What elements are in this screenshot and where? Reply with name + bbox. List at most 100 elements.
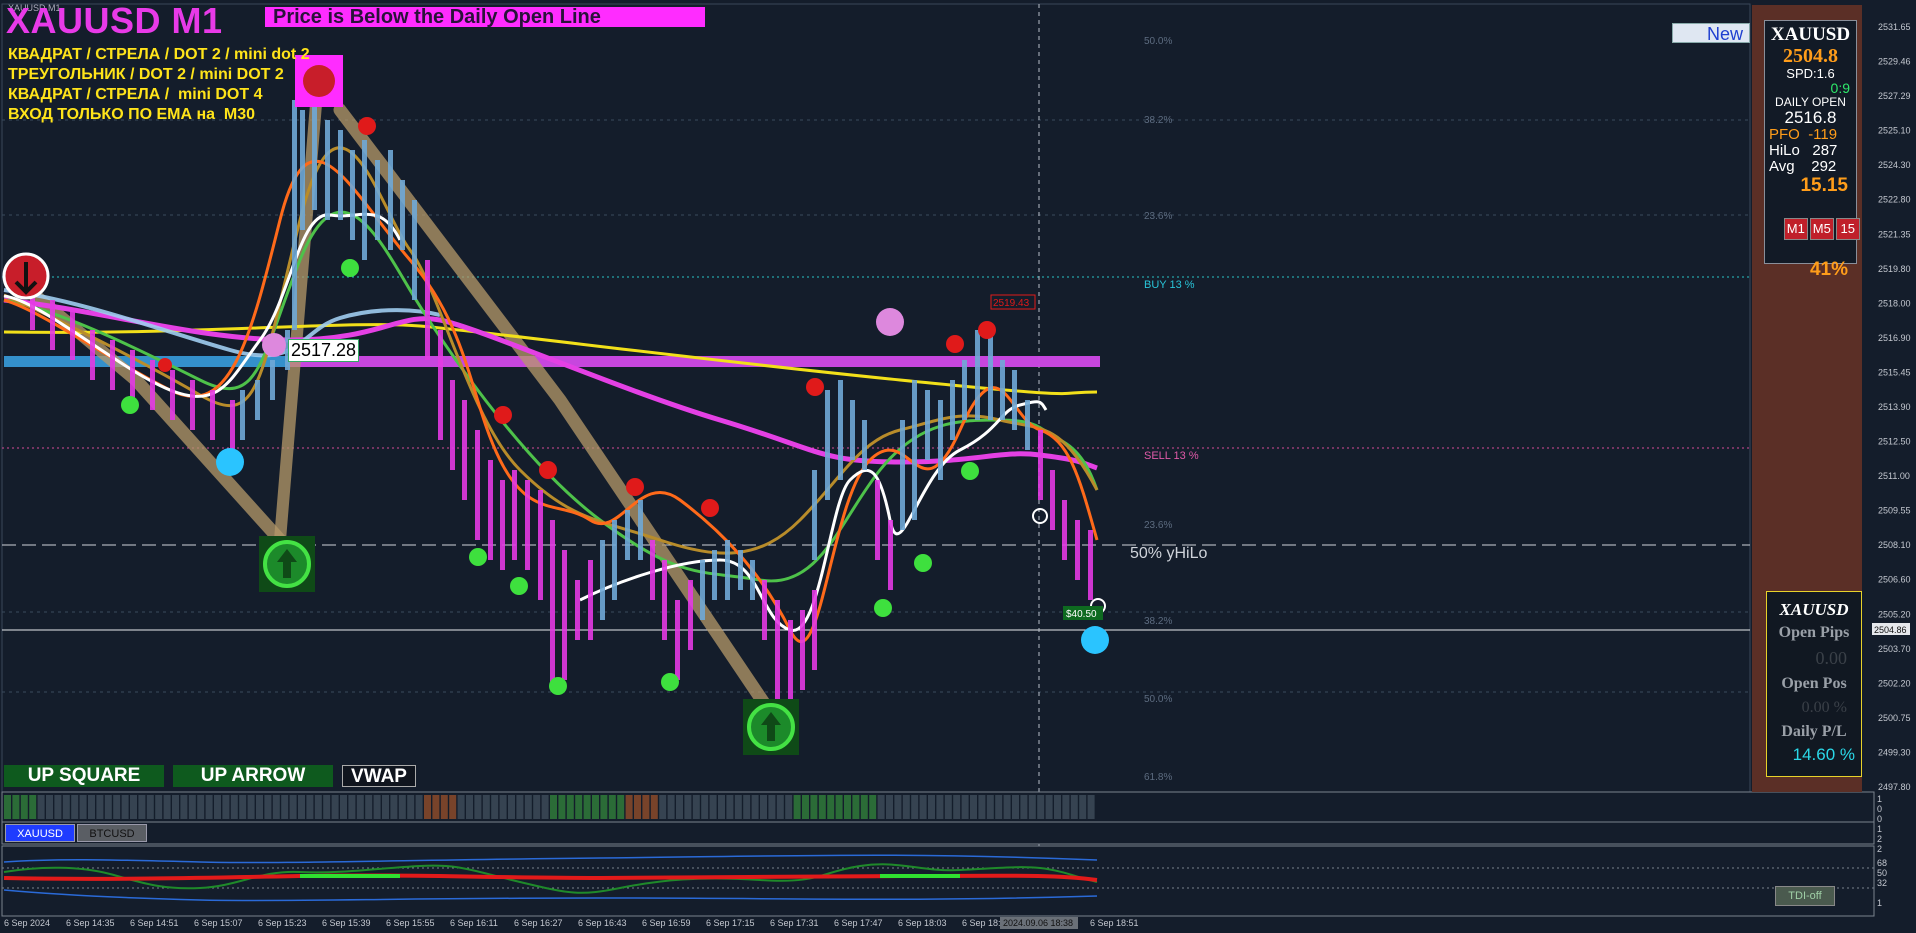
candle-76 — [1038, 430, 1043, 500]
candle-34 — [525, 480, 530, 570]
candle-80 — [1088, 530, 1093, 600]
up-arrow-marker-2 — [743, 699, 799, 755]
histogram-bar-129 — [1087, 795, 1095, 819]
candle-73 — [1000, 360, 1005, 420]
tab-xauusd[interactable]: XAUUSD — [5, 824, 75, 842]
histogram-bar-27 — [230, 795, 238, 819]
time-axis-label-4: 6 Sep 15:23 — [258, 918, 307, 928]
price-axis-label-12: 2512.50 — [1878, 437, 1911, 447]
signal-dot-1 — [121, 396, 139, 414]
time-axis-label-14: 6 Sep 18:03 — [898, 918, 947, 928]
sub1-axis-label-0: 1 — [1877, 794, 1882, 804]
time-axis-label-7: 6 Sep 16:11 — [450, 918, 498, 928]
candle-15 — [292, 100, 297, 330]
histogram-bar-55 — [466, 795, 473, 819]
candle-42 — [625, 510, 630, 560]
sell-level-label: SELL 13 % — [1144, 450, 1199, 462]
timeframe-m5-button[interactable]: M5 — [1809, 218, 1834, 240]
histogram-bar-17 — [146, 795, 154, 819]
new-button[interactable]: New — [1672, 23, 1750, 44]
vwap-button[interactable]: VWAP — [342, 765, 416, 787]
candle-49 — [712, 550, 717, 600]
histogram-bar-22 — [188, 795, 196, 819]
histogram-bar-5 — [46, 795, 53, 819]
histogram-bar-125 — [1054, 795, 1061, 819]
tdi-off-button[interactable]: TDI-off — [1775, 886, 1835, 906]
histogram-bar-26 — [222, 795, 230, 819]
histogram-bar-95 — [802, 795, 809, 819]
info-price: 2504.8 — [1783, 45, 1838, 67]
histogram-bar-70 — [592, 795, 599, 819]
candle-36 — [550, 520, 555, 690]
up-arrow-button[interactable]: UP ARROW — [173, 765, 333, 787]
tab-btcusd[interactable]: BTCUSD — [77, 824, 147, 842]
histogram-bar-45 — [382, 795, 389, 819]
price-axis-label-6: 2521.35 — [1878, 229, 1911, 239]
candle-37 — [562, 550, 567, 680]
signal-dot-11 — [661, 673, 679, 691]
up-square-button[interactable]: UP SQUARE — [4, 765, 164, 787]
candle-75 — [1025, 400, 1030, 450]
signal-dot-10 — [549, 677, 567, 695]
candle-39 — [588, 560, 593, 640]
histogram-bar-53 — [449, 795, 457, 819]
histogram-bar-69 — [583, 795, 591, 819]
info-avg-value: 292 — [1811, 158, 1837, 175]
histogram-bar-127 — [1070, 795, 1078, 819]
histogram-bar-28 — [239, 795, 247, 819]
signal-dot-18 — [914, 554, 932, 572]
candle-63 — [875, 480, 880, 560]
time-axis-label-6: 6 Sep 15:55 — [386, 918, 435, 928]
signal-dot-0 — [158, 358, 172, 372]
histogram-bar-15 — [130, 795, 137, 819]
price-axis-label-2: 2527.29 — [1878, 91, 1911, 101]
histogram-bar-57 — [482, 795, 490, 819]
sub3-axis-label-4: 1 — [1877, 898, 1882, 908]
histogram-bar-73 — [617, 795, 625, 819]
pl-open-pips-label: Open Pips — [1778, 624, 1850, 641]
symbol-info-panel: XAUUSD 2504.8 SPD:1.6 0:9 DAILY OPEN 251… — [1764, 20, 1860, 280]
info-symbol: XAUUSD — [1770, 24, 1851, 45]
histogram-bar-62 — [524, 795, 532, 819]
histogram-bar-12 — [104, 795, 112, 819]
signal-dot-17 — [874, 599, 892, 617]
histogram-bar-47 — [398, 795, 406, 819]
histogram-bar-65 — [550, 795, 557, 819]
price-axis-label-15: 2508.10 — [1878, 540, 1911, 550]
strategy-note-2: ТРЕУГОЛЬНИК / DOT 2 / mini DOT 2 — [8, 66, 284, 83]
pl-symbol: XAUUSD — [1779, 600, 1849, 619]
histogram-bar-123 — [1037, 795, 1045, 819]
candle-5 — [130, 350, 135, 400]
signal-dot-15 — [946, 335, 964, 353]
histogram-bar-121 — [1020, 795, 1028, 819]
price-axis-label-19: 2502.20 — [1878, 678, 1911, 688]
level-box-label: 2519.43 — [993, 298, 1030, 309]
histogram-bar-50 — [424, 795, 431, 819]
histogram-bar-100 — [844, 795, 851, 819]
histogram-bar-34 — [289, 795, 297, 819]
histogram-bar-87 — [734, 795, 742, 819]
histogram-bar-29 — [247, 795, 255, 819]
price-axis-label-5: 2522.80 — [1878, 195, 1911, 205]
info-avg-label: Avg — [1769, 158, 1795, 175]
yhilo-label: 50% yHiLo — [1130, 545, 1207, 562]
candle-30 — [475, 430, 480, 540]
time-axis-label-12: 6 Sep 17:31 — [770, 918, 819, 928]
histogram-bar-61 — [516, 795, 524, 819]
pl-open-pos-value: 0.00 % — [1801, 699, 1847, 716]
candle-29 — [462, 400, 467, 500]
histogram-bar-18 — [155, 795, 163, 819]
histogram-bar-21 — [180, 795, 188, 819]
candle-31 — [488, 460, 493, 560]
histogram-bar-33 — [281, 795, 289, 819]
histogram-bar-115 — [970, 795, 977, 819]
price-chart-canvas[interactable]: BUY 13 % SELL 13 % 50% yHiLo 2519.43 $40.50 5… — [0, 0, 1916, 933]
candle-67 — [925, 390, 930, 460]
histogram-bar-52 — [440, 795, 448, 819]
timeframe-m15-button[interactable]: 15 — [1835, 218, 1860, 240]
timeframe-m1-button[interactable]: M1 — [1783, 218, 1808, 240]
candle-40 — [600, 540, 605, 620]
histogram-bar-68 — [575, 795, 583, 819]
sub3-axis-label-1: 68 — [1877, 858, 1887, 868]
subwindow-tabs — [1, 821, 1875, 845]
